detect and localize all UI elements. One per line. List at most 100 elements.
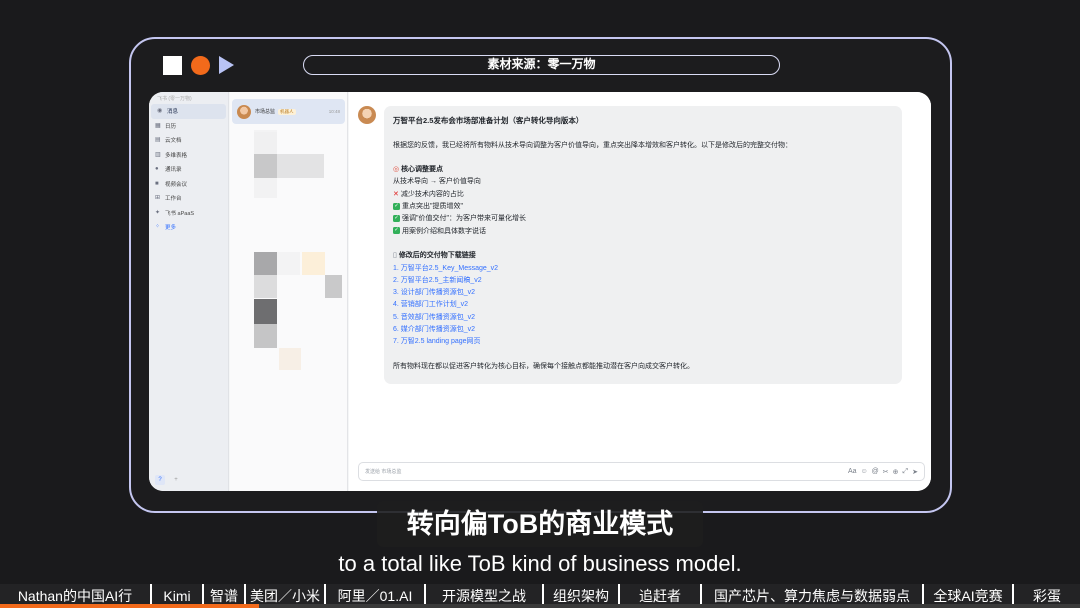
add-icon[interactable]: + [171, 475, 181, 485]
sidebar-item-label: 通讯录 [165, 167, 182, 174]
message-closing: 所有物料现在都以促进客户转化为核心目标，确保每个接触点都能推动潜在客户向成交客户… [393, 362, 694, 370]
record-icon[interactable] [191, 56, 210, 75]
cross-icon: ✕ [393, 190, 399, 198]
download-link[interactable]: 4. 营销部门工作计划_v2 [393, 299, 893, 311]
sidebar-item-label: 消息 [167, 109, 179, 116]
calendar-icon: ▦ [155, 122, 161, 129]
app-window: 飞书 (零一万物) ◉ 消息 ▦ 日历 ▤ 云文档 ▥ 多维表格 ● 通讯录 ■… [149, 92, 931, 491]
core-point-text: 重点突出"提质增效" [402, 203, 463, 211]
message-bubble: 万智平台2.5发布会市场部准备计划（客户转化导向版本） 根据您的反馈，我已经将所… [384, 106, 902, 384]
core-point-text: 强调"价值交付"：为客户带来可量化增长 [402, 215, 526, 223]
blurred-item [279, 348, 301, 370]
more-icon: ⁘ [155, 224, 161, 231]
blurred-item [254, 324, 277, 348]
links-header-text: 修改后的交付物下载链接 [398, 252, 476, 260]
emoji-icon[interactable]: ☺ [861, 468, 868, 476]
subtitle-english: to a total like ToB kind of business mod… [338, 551, 742, 576]
download-link[interactable]: 6. 媒介部门传播资源包_v2 [393, 324, 893, 336]
sidebar: 飞书 (零一万物) ◉ 消息 ▦ 日历 ▤ 云文档 ▥ 多维表格 ● 通讯录 ■… [149, 92, 229, 491]
check-icon: ✓ [393, 215, 400, 223]
sidebar-item-label: 多维表格 [165, 152, 188, 159]
core-point-text: 用案例介绍和具体数字说话 [402, 227, 486, 235]
links-header: ▯ 修改后的交付物下载链接 [393, 250, 893, 262]
core-point-text: 减少技术内容的占比 [400, 190, 464, 198]
check-icon: ✓ [393, 202, 400, 210]
core-header-text: 核心调整要点 [401, 166, 444, 174]
conversation-pane: 万智平台2.5发布会市场部准备计划（客户转化导向版本） 根据您的反馈，我已经将所… [349, 92, 931, 491]
download-link[interactable]: 1. 万智平台2.5_Key_Message_v2 [393, 263, 893, 275]
core-point: ✕ 减少技术内容的占比 [393, 189, 893, 201]
scissors-icon[interactable]: ✂ [883, 468, 889, 476]
core-header: ◎ 核心调整要点 [393, 164, 893, 176]
blurred-item [254, 275, 277, 298]
blurred-item [325, 275, 342, 298]
message-title: 万智平台2.5发布会市场部准备计划（客户转化导向版本） [393, 116, 584, 125]
contacts-icon: ● [155, 166, 159, 173]
blurred-item [254, 154, 277, 178]
chat-list: 市场总监 机器人 10:48 [230, 92, 348, 491]
download-link[interactable]: 3. 设计部门传播资源包_v2 [393, 287, 893, 299]
play-icon[interactable] [219, 56, 234, 74]
chat-item-active[interactable]: 市场总监 机器人 10:48 [232, 99, 345, 124]
blurred-item [254, 299, 277, 324]
sidebar-item-messages[interactable]: ◉ 消息 [151, 104, 226, 119]
sidebar-item-more[interactable]: ⁘ 更多 [149, 220, 228, 235]
sidebar-item-apaas[interactable]: ✦ 飞书 aPaaS [149, 206, 228, 221]
target-icon: ◎ [393, 166, 400, 174]
chat-name: 市场总监 [255, 109, 276, 115]
subtitle-chinese: 转向偏ToB的商业模式 [377, 501, 703, 547]
format-icon[interactable]: Aa [848, 468, 857, 476]
download-link[interactable]: 2. 万智平台2.5_主新闻稿_v2 [393, 275, 893, 287]
progress-fill [0, 604, 260, 608]
message-input-placeholder: 发送给 市场总监 [365, 469, 402, 475]
help-icon[interactable]: ? [155, 475, 165, 485]
download-link[interactable]: 7. 万智2.5 landing page网页 [393, 336, 893, 348]
message-intro: 根据您的反馈，我已经将所有物料从技术导向调整为客户价值导向，重点突出降本增效和客… [393, 141, 792, 149]
message-input[interactable]: 发送给 市场总监 Aa ☺ @ ✂ ⊕ ⤢ ➤ [358, 462, 925, 481]
composer-toolbar: Aa ☺ @ ✂ ⊕ ⤢ ➤ [848, 468, 918, 476]
sidebar-workspace: 飞书 (零一万物) [157, 96, 192, 102]
stop-icon[interactable] [163, 56, 182, 75]
blurred-item [254, 178, 277, 198]
core-sub: 从技术导向 → 客户价值导向 [393, 178, 481, 186]
avatar [237, 104, 251, 119]
core-point: ✓ 用案例介绍和具体数字说话 [393, 226, 893, 238]
bot-badge: 机器人 [278, 108, 296, 115]
progress-bar[interactable] [0, 604, 1080, 608]
document-icon: ▯ [393, 252, 397, 260]
sidebar-item-label: 飞书 aPaaS [165, 210, 195, 217]
check-icon: ✓ [393, 227, 400, 235]
blurred-item [254, 132, 277, 154]
sidebar-item-contacts[interactable]: ● 通讯录 [149, 162, 228, 177]
blurred-item [277, 252, 300, 275]
table-icon: ▥ [155, 151, 161, 158]
avatar [358, 106, 376, 124]
send-icon[interactable]: ➤ [912, 468, 918, 476]
sidebar-footer: ? + [155, 475, 181, 485]
sidebar-item-label: 云文档 [165, 138, 182, 145]
chat-icon: ◉ [157, 108, 163, 115]
chat-time: 10:48 [328, 109, 340, 114]
sidebar-item-calendar[interactable]: ▦ 日历 [149, 119, 228, 134]
mention-icon[interactable]: @ [872, 468, 879, 476]
blurred-item [254, 252, 277, 275]
sidebar-item-label: 工作台 [165, 196, 182, 203]
sidebar-item-base[interactable]: ▥ 多维表格 [149, 148, 228, 163]
sidebar-item-label: 日历 [165, 123, 177, 130]
doc-icon: ▤ [155, 137, 161, 144]
expand-icon[interactable]: ⤢ [903, 468, 909, 476]
sidebar-item-workplace[interactable]: ⊞ 工作台 [149, 191, 228, 206]
sidebar-item-label: 更多 [165, 225, 177, 232]
video-icon: ■ [155, 180, 159, 187]
apaas-icon: ✦ [155, 209, 161, 216]
blurred-item [302, 252, 325, 275]
add-icon[interactable]: ⊕ [893, 468, 899, 476]
sidebar-item-docs[interactable]: ▤ 云文档 [149, 133, 228, 148]
grid-icon: ⊞ [155, 195, 161, 202]
core-point: ✓ 重点突出"提质增效" [393, 201, 893, 213]
source-label: 素材来源：零一万物 [303, 55, 780, 75]
sidebar-item-label: 视频会议 [165, 181, 188, 188]
sidebar-item-video[interactable]: ■ 视频会议 [149, 177, 228, 192]
download-link[interactable]: 5. 音效部门传播资源包_v2 [393, 312, 893, 324]
core-point: ✓ 强调"价值交付"：为客户带来可量化增长 [393, 213, 893, 225]
